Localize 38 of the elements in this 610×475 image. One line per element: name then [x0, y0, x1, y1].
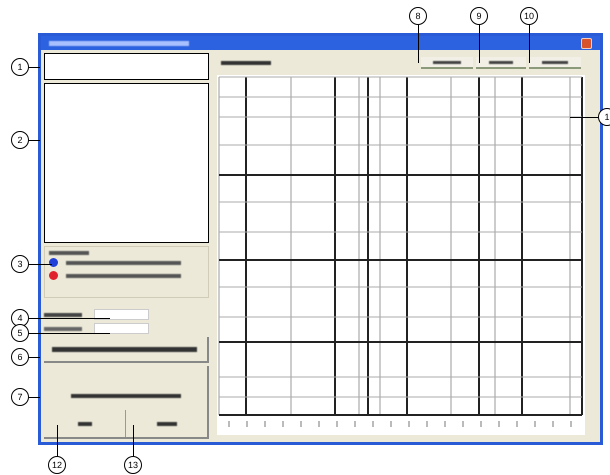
toolbar-button[interactable] — [529, 57, 581, 69]
leader-line — [418, 25, 419, 63]
toolbar-button[interactable] — [421, 57, 473, 69]
callout-number: 6 — [11, 348, 29, 366]
callout-number: 2 — [11, 131, 29, 149]
leader-line — [479, 25, 480, 63]
leader-line — [29, 357, 40, 358]
callout-number: 10 — [520, 7, 538, 25]
callout-number: 5 — [11, 324, 29, 342]
blurred-label-mark — [44, 326, 82, 330]
leader-line — [529, 25, 530, 63]
close-button[interactable] — [581, 38, 592, 48]
toolbar-button[interactable] — [476, 57, 526, 69]
callout-number: 1 — [11, 58, 29, 76]
callout-number: 8 — [409, 7, 427, 25]
blurred-caption-mark — [156, 422, 176, 426]
callout-number: 3 — [11, 255, 29, 273]
wide-button[interactable] — [44, 337, 209, 363]
spin-field[interactable] — [94, 309, 149, 320]
callout-number: 9 — [470, 7, 488, 25]
callout-number: 4 — [11, 309, 29, 327]
text-field[interactable] — [44, 53, 209, 80]
callout-number: 7 — [11, 388, 29, 406]
blurred-label-mark — [221, 61, 271, 65]
leader-line — [570, 117, 598, 118]
leader-line — [29, 140, 40, 141]
blurred-caption-mark — [78, 422, 92, 426]
leader-line — [133, 425, 134, 456]
blurred-label-mark — [49, 251, 89, 255]
input-field[interactable] — [94, 323, 149, 334]
callout-number: 13 — [124, 456, 142, 474]
blurred-label-mark — [44, 312, 82, 316]
list-box[interactable] — [44, 83, 209, 243]
callout-number: 12 — [48, 456, 66, 474]
leader-line — [29, 264, 52, 265]
leader-line — [29, 397, 40, 398]
leader-line — [29, 67, 40, 68]
leader-line — [57, 425, 58, 456]
